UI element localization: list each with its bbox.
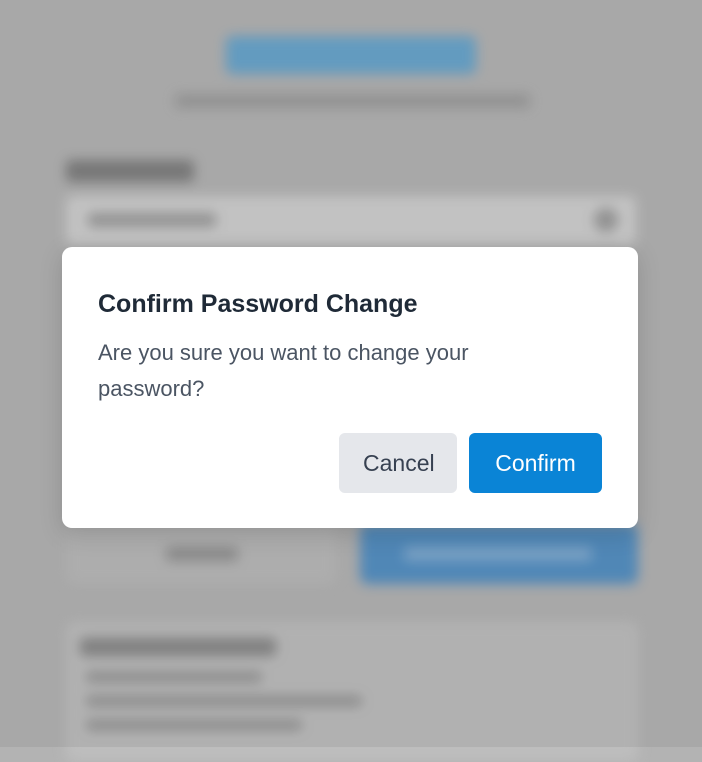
dialog-message: Are you sure you want to change your pas… (98, 340, 469, 401)
dialog-actions: Cancel Confirm (339, 433, 602, 493)
confirm-dialog: Confirm Password Change Are you sure you… (62, 247, 638, 528)
confirm-button[interactable]: Confirm (469, 433, 602, 493)
cancel-button[interactable]: Cancel (339, 433, 457, 493)
dialog-title: Confirm Password Change (98, 290, 418, 318)
